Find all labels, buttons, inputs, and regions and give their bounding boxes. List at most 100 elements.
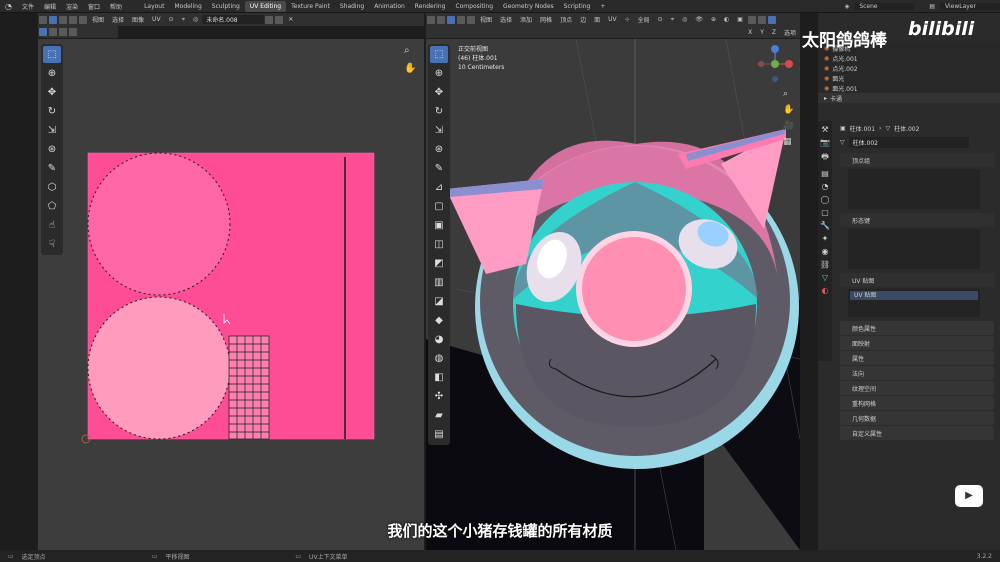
vp-annotate-tool-icon[interactable]: ✎	[430, 160, 448, 177]
tab-scripting[interactable]: Scripting	[559, 1, 596, 12]
uv-sticky-mode-icon[interactable]	[59, 28, 67, 36]
outliner-row[interactable]: ◉ 点光.002	[818, 63, 1000, 73]
mirror-z-icon[interactable]: Z	[768, 29, 780, 36]
options-dropdown[interactable]: 选项	[780, 28, 800, 37]
world-tab-icon[interactable]: ◯	[821, 195, 830, 204]
editor-type-icon[interactable]	[39, 15, 47, 24]
menu-window[interactable]: 窗口	[83, 2, 105, 11]
poly-build-tool-icon[interactable]: ◆	[430, 312, 448, 329]
vp-rotate-tool-icon[interactable]: ↻	[430, 103, 448, 120]
uv-editor-canvas[interactable]: ⬚ ⊕ ✥ ↻ ⇲ ⊛ ✎ ⬡ ⬠ ☝ ☟ ⌕ ✋	[38, 39, 424, 550]
mesh-data-name-field[interactable]: 柱体.002	[848, 136, 969, 148]
shape-key-list[interactable]	[848, 229, 980, 269]
shading-material-icon[interactable]	[767, 15, 776, 24]
particles-tab-icon[interactable]: ✦	[822, 234, 829, 243]
orientation-dropdown[interactable]: 全局	[634, 15, 654, 24]
navigation-gizmo[interactable]	[754, 43, 796, 85]
outliner-row[interactable]: ◉ 面光	[818, 73, 1000, 83]
uv-mode-icon[interactable]	[69, 28, 77, 36]
mirror-y-icon[interactable]: Y	[756, 29, 768, 36]
section-shape-keys[interactable]: 形态键	[840, 213, 994, 227]
vertex-select-icon[interactable]	[59, 15, 67, 24]
uv-island-mode-icon[interactable]	[49, 28, 57, 36]
outliner-row[interactable]: ◉ 面光.001	[818, 83, 1000, 93]
tab-texture-paint[interactable]: Texture Paint	[286, 1, 335, 12]
spin-tool-icon[interactable]: ◕	[430, 331, 448, 348]
menu-mesh[interactable]: 网格	[536, 15, 556, 24]
tab-animation[interactable]: Animation	[369, 1, 410, 12]
vp-move-tool-icon[interactable]: ✥	[430, 84, 448, 101]
menu-file[interactable]: 文件	[17, 2, 39, 11]
vp-pan-icon[interactable]: ✋	[783, 105, 794, 115]
vp-add-cube-tool-icon[interactable]: ▢	[430, 198, 448, 215]
menu-uv-image[interactable]: 图像	[128, 15, 148, 24]
edge-select-icon[interactable]	[69, 15, 77, 24]
menu-add[interactable]: 添加	[516, 15, 536, 24]
section-remesh[interactable]: 重构网格	[840, 396, 994, 410]
pivot-point-icon[interactable]: ⊙	[654, 16, 667, 23]
section-uv-maps[interactable]: UV 贴图	[840, 273, 994, 287]
material-tab-icon[interactable]: ◐	[822, 286, 829, 295]
new-image-icon[interactable]	[265, 15, 274, 24]
view-layer-field[interactable]: ViewLayer	[940, 2, 1000, 10]
tab-layout[interactable]: Layout	[139, 1, 169, 12]
rip-tool-icon[interactable]: ⬡	[43, 179, 61, 196]
shading-wire-icon[interactable]	[747, 15, 756, 24]
tab-modeling[interactable]: Modeling	[169, 1, 206, 12]
modifier-tab-icon[interactable]: 🔧	[820, 221, 830, 230]
uv-map-list[interactable]: UV 贴图	[848, 289, 980, 317]
smooth-tool-icon[interactable]: ◍	[430, 350, 448, 367]
rotate-tool-icon[interactable]: ↻	[43, 103, 61, 120]
constraints-tab-icon[interactable]: ⛓	[820, 260, 830, 269]
visibility-icon[interactable]: 👁	[691, 16, 707, 23]
pivot-icon[interactable]: ⊙	[165, 16, 178, 23]
section-geometry-data[interactable]: 几何数据	[840, 411, 994, 425]
uv-sync-mode-icon[interactable]	[39, 28, 47, 36]
grab-tool-icon[interactable]: ⬠	[43, 198, 61, 215]
snapping-icon[interactable]: ⌖	[667, 16, 678, 24]
vp-measure-tool-icon[interactable]: ⊿	[430, 179, 448, 196]
inset-tool-icon[interactable]: ◫	[430, 236, 448, 253]
section-custom-properties[interactable]: 自定义属性	[840, 426, 994, 440]
mirror-x-icon[interactable]: X	[744, 29, 756, 36]
tool-tab-icon[interactable]: ⚒	[821, 125, 828, 134]
image-name-field[interactable]: 未命名.008	[202, 15, 265, 24]
menu-face[interactable]: 面	[590, 15, 604, 24]
sync-selection-icon[interactable]	[49, 15, 57, 24]
viewport-editor-type-icon[interactable]	[427, 15, 435, 24]
edge-slide-tool-icon[interactable]: ◧	[430, 369, 448, 386]
vp-zoom-icon[interactable]: ⌕	[783, 89, 788, 99]
annotate-tool-icon[interactable]: ✎	[43, 160, 61, 177]
tab-shading[interactable]: Shading	[335, 1, 369, 12]
ortho-toggle-icon[interactable]: ▦	[783, 137, 792, 147]
vp-select-tool-icon[interactable]: ⬚	[430, 46, 448, 63]
render-tab-icon[interactable]: 📷	[820, 138, 830, 147]
menu-uv-view[interactable]: 视图	[88, 15, 108, 24]
tab-compositing[interactable]: Compositing	[450, 1, 498, 12]
select-box-tool-icon[interactable]: ⬚	[43, 46, 61, 63]
vp-cursor-tool-icon[interactable]: ⊕	[430, 65, 448, 82]
vp-transform-tool-icon[interactable]: ⊛	[430, 141, 448, 158]
cursor-tool-icon[interactable]: ⊕	[43, 65, 61, 82]
menu-render[interactable]: 渲染	[61, 2, 83, 11]
knife-tool-icon[interactable]: ◪	[430, 293, 448, 310]
shrink-tool-icon[interactable]: ✣	[430, 388, 448, 405]
face-select-icon[interactable]	[79, 15, 87, 24]
menu-vertex[interactable]: 顶点	[556, 15, 576, 24]
object-tab-icon[interactable]: ▢	[821, 208, 829, 217]
edge-mode-icon[interactable]	[457, 15, 465, 24]
3d-viewport[interactable]: ⬚ ⊕ ✥ ↻ ⇲ ⊛ ✎ ⊿ ▢ ▣ ◫ ◩ ▥ ◪ ◆ ◕ ◍ ◧ ✣ ▰ …	[426, 39, 800, 550]
menu-uv[interactable]: UV	[604, 16, 621, 23]
vertex-mode-icon[interactable]	[447, 15, 455, 24]
extrude-tool-icon[interactable]: ▣	[430, 217, 448, 234]
rip-region-tool-icon[interactable]: ▤	[430, 426, 448, 443]
mode-icon[interactable]	[437, 15, 445, 24]
close-image-icon[interactable]: ✕	[284, 16, 297, 23]
shading-solid-icon[interactable]	[757, 15, 766, 24]
camera-view-icon[interactable]: 🎥	[783, 121, 794, 131]
tab-rendering[interactable]: Rendering	[410, 1, 451, 12]
loop-cut-tool-icon[interactable]: ▥	[430, 274, 448, 291]
blender-logo-icon[interactable]: ◔	[0, 2, 17, 11]
proportional-icon[interactable]: ◎	[189, 16, 202, 23]
data-tab-icon[interactable]: ▽	[822, 273, 828, 282]
